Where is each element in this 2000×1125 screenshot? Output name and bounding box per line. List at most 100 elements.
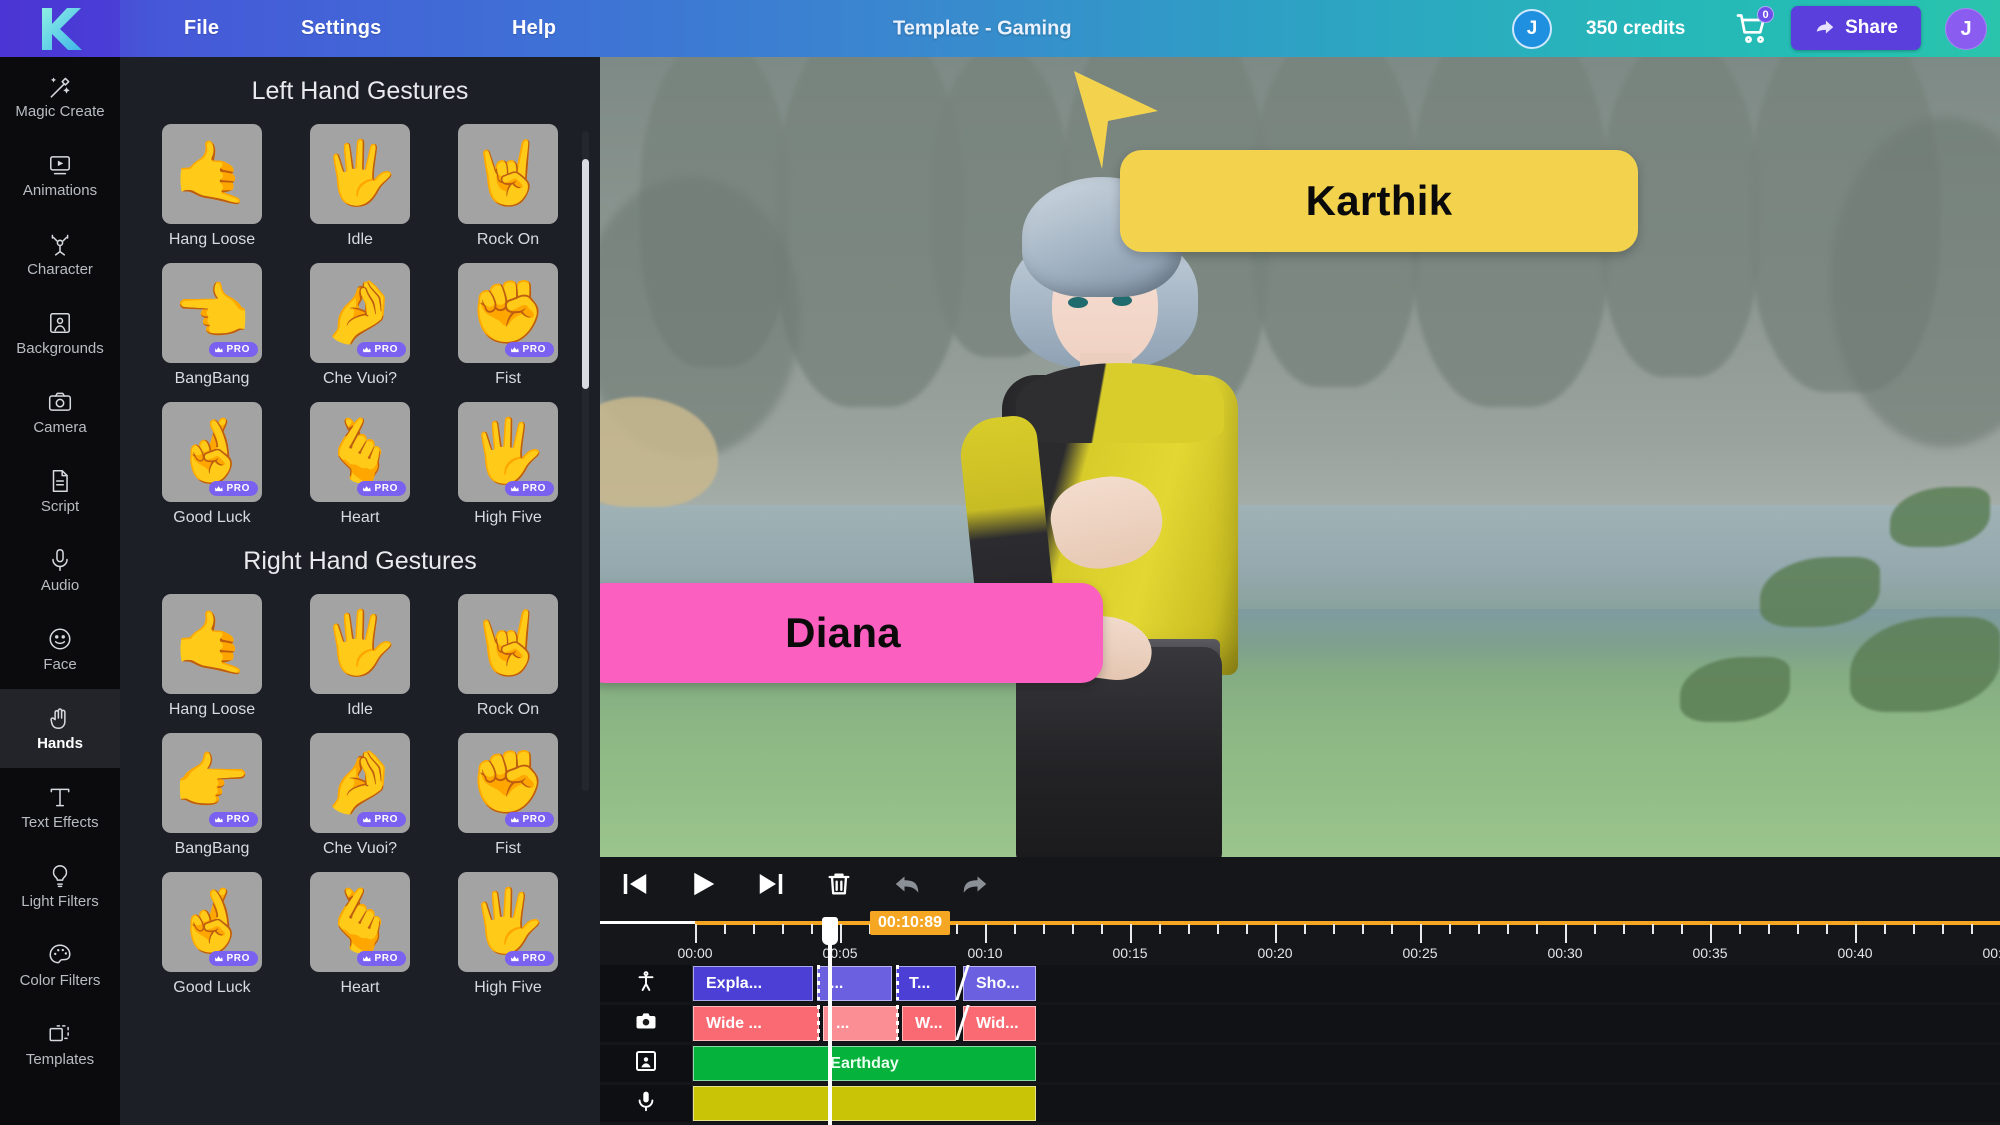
- gesture-item[interactable]: 🫰 PRO Heart: [286, 402, 434, 527]
- timeline-clip[interactable]: ...: [823, 1006, 898, 1041]
- gesture-thumbnail[interactable]: 👈 PRO: [162, 263, 262, 363]
- sidebar-item-color-filters[interactable]: Color Filters: [0, 926, 120, 1005]
- gesture-thumbnail[interactable]: 🫰 PRO: [310, 402, 410, 502]
- sidebar-item-templates[interactable]: Templates: [0, 1005, 120, 1084]
- skip-to-start-button[interactable]: [618, 867, 652, 901]
- track-header[interactable]: [600, 965, 693, 1002]
- sidebar-item-magic-create[interactable]: Magic Create: [0, 57, 120, 136]
- gesture-label: Heart: [340, 509, 380, 526]
- sidebar-item-text-effects[interactable]: Text Effects: [0, 768, 120, 847]
- menu-file[interactable]: File: [180, 11, 223, 46]
- gesture-item[interactable]: 🤙 Hang Loose: [138, 594, 286, 719]
- sidebar-item-label: Animations: [22, 182, 98, 200]
- timeline-clip[interactable]: W...: [902, 1006, 956, 1041]
- menu-help[interactable]: Help: [508, 11, 560, 46]
- sidebar-item-face[interactable]: Face: [0, 610, 120, 689]
- gesture-thumbnail[interactable]: 🖐 PRO: [458, 872, 558, 972]
- track-header[interactable]: [600, 1045, 693, 1082]
- gesture-item[interactable]: 🤌 PRO Che Vuoi?: [286, 263, 434, 388]
- gesture-thumbnail[interactable]: 🤙: [162, 594, 262, 694]
- gesture-thumbnail[interactable]: 🤘: [458, 594, 558, 694]
- track-lane[interactable]: [693, 1085, 2000, 1122]
- gesture-thumbnail[interactable]: 👉 PRO: [162, 733, 262, 833]
- track-lane[interactable]: Wide ...... W... Wid...: [693, 1005, 2000, 1042]
- share-button[interactable]: Share: [1791, 6, 1921, 50]
- play-button[interactable]: [686, 867, 720, 901]
- gesture-thumbnail[interactable]: 🤞 PRO: [162, 872, 262, 972]
- timeline-clip[interactable]: Sho...: [963, 966, 1036, 1001]
- gesture-item[interactable]: 🖐 Idle: [286, 594, 434, 719]
- panel-scrollbar-thumb[interactable]: [582, 159, 589, 389]
- gesture-thumbnail[interactable]: 🫰 PRO: [310, 872, 410, 972]
- sidebar-item-hands[interactable]: Hands: [0, 689, 120, 768]
- panel-scrollbar-track[interactable]: [582, 131, 589, 791]
- gesture-item[interactable]: 🤞 PRO Good Luck: [138, 402, 286, 527]
- gesture-thumbnail[interactable]: 🤌 PRO: [310, 263, 410, 363]
- skip-to-end-button[interactable]: [754, 867, 788, 901]
- gesture-thumbnail[interactable]: ✊ PRO: [458, 733, 558, 833]
- gesture-item[interactable]: 🤌 PRO Che Vuoi?: [286, 733, 434, 858]
- gesture-item[interactable]: 🖐 PRO High Five: [434, 872, 582, 997]
- track-header[interactable]: [600, 1085, 693, 1122]
- speech-bubble-diana[interactable]: Diana: [600, 583, 1103, 683]
- gesture-item[interactable]: 🤘 Rock On: [434, 124, 582, 249]
- crown-icon: [214, 816, 223, 822]
- gesture-label: High Five: [474, 979, 542, 996]
- preview-viewport[interactable]: Karthik Diana: [600, 57, 2000, 857]
- timeline-clip[interactable]: Earthday: [693, 1046, 1036, 1081]
- avatar-character[interactable]: [957, 177, 1260, 857]
- timeline-clip[interactable]: Expla...: [693, 966, 813, 1001]
- sidebar-item-audio[interactable]: Audio: [0, 531, 120, 610]
- gesture-thumbnail[interactable]: 🤙: [162, 124, 262, 224]
- profile-avatar[interactable]: J: [1945, 8, 1987, 50]
- gesture-item[interactable]: 🖐 PRO High Five: [434, 402, 582, 527]
- gesture-item[interactable]: 🫰 PRO Heart: [286, 872, 434, 997]
- playhead[interactable]: [828, 917, 832, 1125]
- gesture-item[interactable]: ✊ PRO Fist: [434, 263, 582, 388]
- sidebar-item-script[interactable]: Script: [0, 452, 120, 531]
- crown-icon: [214, 955, 223, 961]
- gesture-thumbnail[interactable]: ✊ PRO: [458, 263, 558, 363]
- crown-icon: [362, 955, 371, 961]
- delete-button[interactable]: [822, 867, 856, 901]
- gesture-item[interactable]: ✊ PRO Fist: [434, 733, 582, 858]
- gesture-thumbnail[interactable]: 🤌 PRO: [310, 733, 410, 833]
- pro-badge: PRO: [356, 481, 406, 496]
- playhead-handle[interactable]: [822, 917, 838, 945]
- track-header[interactable]: [600, 1005, 693, 1042]
- redo-button[interactable]: [958, 867, 992, 901]
- gesture-item[interactable]: 🖐 Idle: [286, 124, 434, 249]
- app-logo[interactable]: [0, 0, 120, 57]
- gesture-item[interactable]: 🤞 PRO Good Luck: [138, 872, 286, 997]
- gesture-thumbnail[interactable]: 🖐 PRO: [458, 402, 558, 502]
- menu-settings[interactable]: Settings: [297, 11, 386, 46]
- ruler-tick: [1478, 924, 1480, 934]
- timeline-tracks: Expla...... T... Sho... Wide ...... W... Wid.…: [600, 965, 2000, 1125]
- sidebar-item-character[interactable]: Character: [0, 215, 120, 294]
- timeline-clip[interactable]: T...: [896, 966, 956, 1001]
- undo-button[interactable]: [890, 867, 924, 901]
- gesture-thumbnail[interactable]: 🤘: [458, 124, 558, 224]
- timeline-ruler[interactable]: 00:00 00:05 00:10 00:15 00:20 00:25 00:30 00:35…: [600, 921, 2000, 963]
- gesture-item[interactable]: 👉 PRO BangBang: [138, 733, 286, 858]
- gesture-item[interactable]: 👈 PRO BangBang: [138, 263, 286, 388]
- speech-bubble-karthik-label: Karthik: [1305, 177, 1453, 224]
- timeline-clip[interactable]: Wid...: [963, 1006, 1036, 1041]
- gesture-thumbnail[interactable]: 🖐: [310, 124, 410, 224]
- track-lane[interactable]: Expla...... T... Sho...: [693, 965, 2000, 1002]
- user-avatar-badge[interactable]: J: [1512, 9, 1552, 49]
- sidebar-item-camera[interactable]: Camera: [0, 373, 120, 452]
- gesture-hand-icon: ✊: [469, 278, 547, 347]
- gesture-item[interactable]: 🤘 Rock On: [434, 594, 582, 719]
- sidebar-item-light-filters[interactable]: Light Filters: [0, 847, 120, 926]
- sidebar-item-animations[interactable]: Animations: [0, 136, 120, 215]
- gesture-thumbnail[interactable]: 🤞 PRO: [162, 402, 262, 502]
- gesture-thumbnail[interactable]: 🖐: [310, 594, 410, 694]
- timeline-clip[interactable]: [693, 1086, 1036, 1121]
- sidebar-item-backgrounds[interactable]: Backgrounds: [0, 294, 120, 373]
- track-lane[interactable]: Earthday: [693, 1045, 2000, 1082]
- gesture-label: Heart: [340, 979, 380, 996]
- speech-bubble-karthik[interactable]: Karthik: [1120, 150, 1638, 252]
- gesture-item[interactable]: 🤙 Hang Loose: [138, 124, 286, 249]
- timeline-clip[interactable]: Wide ...: [693, 1006, 819, 1041]
